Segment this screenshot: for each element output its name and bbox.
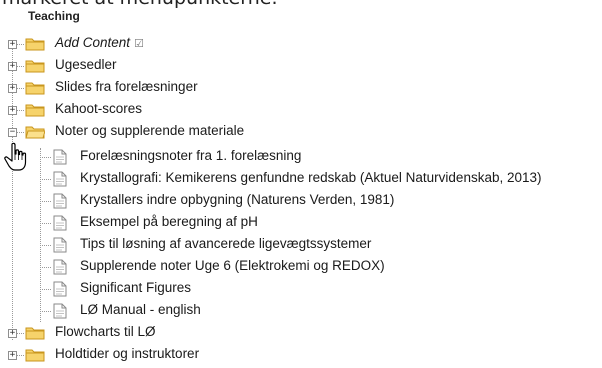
tree-child-item[interactable]: Tips til løsning af avancerede ligevægts… <box>0 234 450 256</box>
tree-child-item[interactable]: Krystallografi: Kemikerens genfundne red… <box>0 168 600 190</box>
folder-icon <box>25 38 45 51</box>
tree-item-ugesedler[interactable]: + Ugesedler <box>0 55 200 77</box>
tree-item-label-text: Add Content <box>55 35 131 50</box>
tree-connector <box>17 88 24 89</box>
tree-connector <box>40 311 51 312</box>
tree-child-item[interactable]: LØ Manual - english <box>0 300 300 322</box>
tree-item-label: Ugesedler <box>55 57 117 72</box>
tree-connector <box>40 267 51 268</box>
tree-item-kahoot-scores[interactable]: + Kahoot-scores <box>0 99 200 121</box>
tree-child-label: Forelæsningsnoter fra 1. forelæsning <box>80 148 302 163</box>
edit-icon[interactable]: ☑ <box>134 38 144 50</box>
tree-item-slides[interactable]: + Slides fra forelæsninger <box>0 77 250 99</box>
tree-connector <box>40 289 51 290</box>
tree-connector <box>17 66 24 67</box>
expand-toggle-icon[interactable]: + <box>8 351 17 360</box>
document-icon <box>53 303 67 319</box>
tree-item-label: Holdtider og instruktorer <box>55 346 200 361</box>
tree-child-label: Krystallers indre opbygning (Naturens Ve… <box>80 192 395 207</box>
document-icon <box>53 259 67 275</box>
document-icon <box>53 149 67 165</box>
tree-child-label: Supplerende noter Uge 6 (Elektrokemi og … <box>80 258 385 273</box>
tree-connector <box>17 44 24 45</box>
collapse-toggle-icon[interactable]: − <box>8 128 17 137</box>
tree-connector <box>40 157 51 158</box>
tree-child-label: Krystallografi: Kemikerens genfundne red… <box>80 170 542 185</box>
tree-connector <box>17 355 24 356</box>
tree-item-label: Kahoot-scores <box>55 101 143 116</box>
folder-icon <box>25 327 45 340</box>
document-icon <box>53 171 67 187</box>
tree-connector <box>40 223 51 224</box>
tree-item-label: Slides fra forelæsninger <box>55 79 198 94</box>
folder-icon <box>25 349 45 362</box>
tree-item-flowcharts[interactable]: + Flowcharts til LØ <box>0 322 200 344</box>
folder-icon <box>25 126 45 139</box>
tree-child-item[interactable]: Eksempel på beregning af pH <box>0 212 300 234</box>
tree-child-item[interactable]: Forelæsningsnoter fra 1. forelæsning <box>0 146 400 168</box>
hand-pointer-cursor-icon <box>4 142 27 171</box>
tree-connector <box>40 245 51 246</box>
tree-child-item[interactable]: Krystallers indre opbygning (Naturens Ve… <box>0 190 450 212</box>
document-icon <box>53 215 67 231</box>
tree-connector <box>17 132 24 133</box>
document-icon <box>53 237 67 253</box>
tree-connector <box>17 333 24 334</box>
folder-icon <box>25 82 45 95</box>
expand-toggle-icon[interactable]: + <box>8 329 17 338</box>
expand-toggle-icon[interactable]: + <box>8 40 17 49</box>
folder-icon <box>25 104 45 117</box>
tree-child-label: Tips til løsning af avancerede ligevægts… <box>80 236 372 251</box>
tree-connector <box>17 110 24 111</box>
folder-icon <box>25 60 45 73</box>
document-icon <box>53 281 67 297</box>
expand-toggle-icon[interactable]: + <box>8 62 17 71</box>
document-icon <box>53 193 67 209</box>
tree-connector <box>40 201 51 202</box>
tree-item-add-content[interactable]: + Add Content ☑ <box>0 33 200 55</box>
tree-item-label: Flowcharts til LØ <box>55 324 156 339</box>
tree-item-noter[interactable]: − Noter og supplerende materiale <box>0 121 320 143</box>
tree-child-label: LØ Manual - english <box>80 302 201 317</box>
expand-toggle-icon[interactable]: + <box>8 106 17 115</box>
course-content-tree: + Add Content ☑ + Ugesedler + Slides fra … <box>0 0 602 368</box>
tree-item-label: Noter og supplerende materiale <box>55 123 245 138</box>
tree-item-label: Add Content ☑ <box>55 35 144 50</box>
tree-item-holdtider[interactable]: + Holdtider og instruktorer <box>0 344 250 366</box>
tree-child-item[interactable]: Significant Figures <box>0 278 300 300</box>
tree-child-label: Significant Figures <box>80 280 192 295</box>
tree-connector <box>40 179 51 180</box>
expand-toggle-icon[interactable]: + <box>8 84 17 93</box>
tree-child-item[interactable]: Supplerende noter Uge 6 (Elektrokemi og … <box>0 256 450 278</box>
tree-child-label: Eksempel på beregning af pH <box>80 214 258 229</box>
